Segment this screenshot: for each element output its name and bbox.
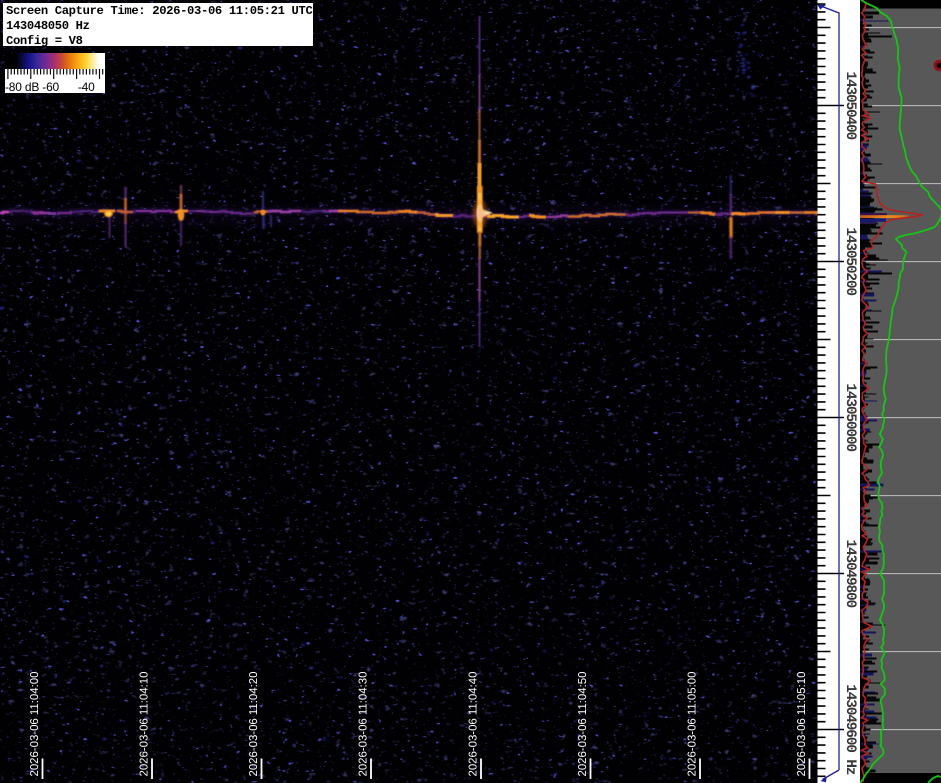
svg-text:2026-03-06 11:04:30: 2026-03-06 11:04:30 <box>358 672 370 777</box>
svg-text:2026-03-06 11:05:00: 2026-03-06 11:05:00 <box>687 672 699 777</box>
svg-text:2026-03-06 11:04:50: 2026-03-06 11:04:50 <box>577 672 589 777</box>
svg-text:2026-03-06 11:05:10: 2026-03-06 11:05:10 <box>796 672 808 777</box>
svg-text:143049800: 143049800 <box>842 540 858 608</box>
svg-text:2026-03-06 11:04:10: 2026-03-06 11:04:10 <box>139 672 151 777</box>
svg-text:143050200: 143050200 <box>842 227 858 295</box>
svg-text:2026-03-06 11:04:40: 2026-03-06 11:04:40 <box>468 672 480 777</box>
svg-text:143050400: 143050400 <box>842 72 858 140</box>
svg-text:143050000: 143050000 <box>842 383 858 451</box>
svg-text:2026-03-06 11:04:20: 2026-03-06 11:04:20 <box>248 672 260 777</box>
svg-text:143049600 Hz: 143049600 Hz <box>842 684 858 775</box>
svg-text:2026-03-06 11:04:00: 2026-03-06 11:04:00 <box>29 672 41 777</box>
